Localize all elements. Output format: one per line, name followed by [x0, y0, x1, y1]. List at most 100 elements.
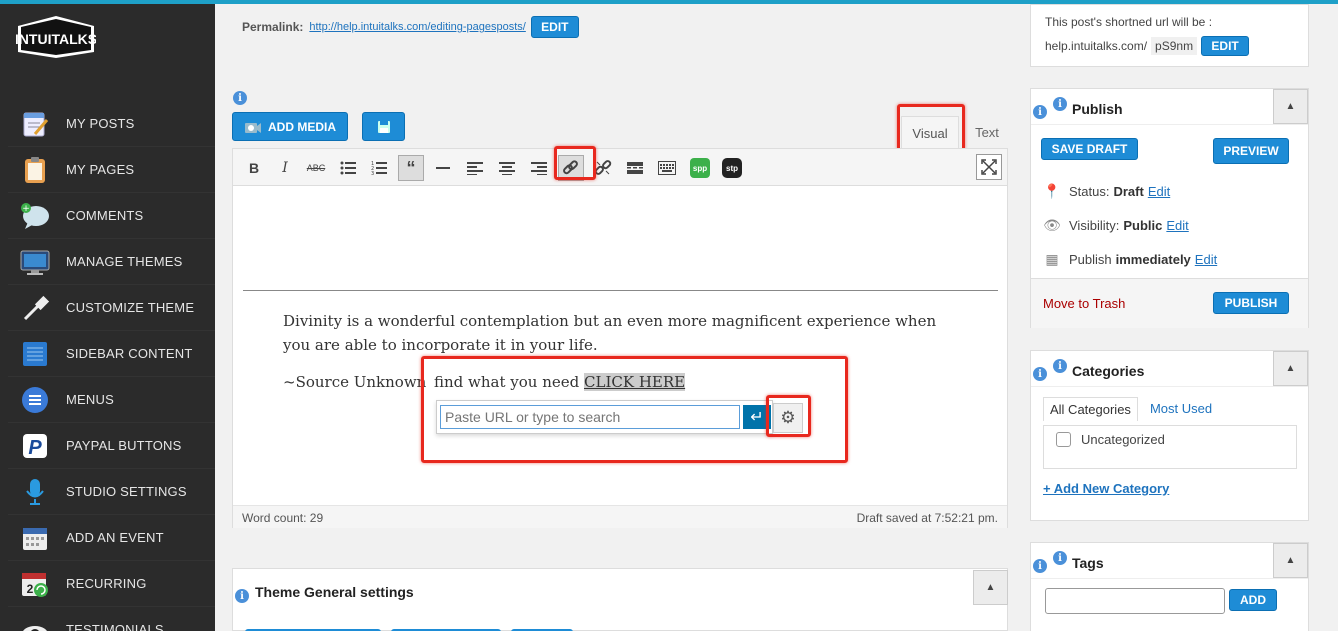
content-divider — [243, 290, 998, 291]
theme-general-settings: i Theme General settings ▲ — [232, 568, 1008, 631]
align-center-icon[interactable] — [494, 155, 520, 181]
editor-statusbar: Word count: 29 Draft saved at 7:52:21 pm… — [233, 505, 1007, 528]
horizontal-rule-icon[interactable] — [430, 155, 456, 181]
word-count: Word count: 29 — [242, 511, 324, 525]
sidebar-item-sidebar-content[interactable]: SIDEBAR CONTENT — [8, 331, 215, 377]
publish-footer: Move to Trash PUBLISH — [1031, 278, 1308, 328]
eye-icon — [20, 615, 50, 631]
editor-toolbar: B I ABC 123 “ spp stp — [233, 149, 1007, 186]
publish-visibility-row: 👁 Visibility: Public Edit — [1043, 217, 1189, 233]
tab-all-categories[interactable]: All Categories — [1043, 397, 1138, 421]
sidebar-item-customize-theme[interactable]: CUSTOMIZE THEME — [8, 285, 215, 331]
blockquote-icon[interactable]: “ — [398, 155, 424, 181]
sidebar-item-recurring[interactable]: 2 RECURRING — [8, 561, 215, 607]
info-icon[interactable]: i — [1033, 105, 1047, 119]
categories-list: Uncategorized — [1043, 425, 1297, 469]
add-tag-button[interactable]: ADD — [1229, 589, 1277, 611]
stp-icon[interactable]: stp — [719, 155, 745, 181]
category-item[interactable]: Uncategorized — [1056, 432, 1165, 447]
sidebar-item-testimonials[interactable]: TESTIMONIALS — [8, 607, 215, 631]
numbered-list-icon[interactable]: 123 — [366, 155, 392, 181]
info-icon[interactable]: i — [1053, 97, 1067, 111]
floppy-disk-icon — [377, 120, 391, 134]
info-icon[interactable]: i — [1053, 359, 1067, 373]
categories-header: i i Categories ▲ — [1031, 351, 1308, 387]
calendar-recurring-icon: 2 — [20, 569, 50, 599]
intuitalks-logo[interactable]: INTUITALKS — [15, 14, 97, 60]
theme-settings-title: Theme General settings — [255, 584, 414, 600]
add-media-button[interactable]: ADD MEDIA — [232, 112, 348, 141]
highlight-visual-tab — [897, 104, 965, 152]
sidebar-item-manage-themes[interactable]: MANAGE THEMES — [8, 239, 215, 285]
sidebar-item-menus[interactable]: MENUS — [8, 377, 215, 423]
info-icon[interactable]: i — [235, 589, 249, 603]
svg-text:+: + — [22, 204, 30, 214]
notepad-pencil-icon — [20, 109, 50, 139]
fullscreen-icon[interactable] — [976, 154, 1002, 180]
info-icon[interactable]: i — [1053, 551, 1067, 565]
align-right-icon[interactable] — [526, 155, 552, 181]
spp-icon[interactable]: spp — [687, 155, 713, 181]
bold-icon[interactable]: B — [241, 155, 267, 181]
tab-text[interactable]: Text — [967, 116, 1007, 149]
publish-button[interactable]: PUBLISH — [1213, 292, 1289, 314]
tags-header: i i Tags ▲ — [1031, 543, 1308, 579]
publish-schedule-row: ▦ Publish immediately Edit — [1043, 251, 1217, 268]
collapse-toggle-icon[interactable]: ▲ — [1273, 543, 1308, 578]
short-url-edit-button[interactable]: EDIT — [1201, 36, 1250, 56]
bullet-list-icon[interactable] — [335, 155, 361, 181]
publish-title: Publish — [1072, 101, 1123, 117]
draft-saved-status: Draft saved at 7:52:21 pm. — [856, 511, 998, 525]
svg-text:INTUITALKS: INTUITALKS — [16, 31, 96, 47]
collapse-toggle-icon[interactable]: ▲ — [973, 570, 1008, 605]
content-source: ~Source Unknown — [283, 373, 427, 391]
move-to-trash-link[interactable]: Move to Trash — [1043, 296, 1125, 311]
visibility-edit-link[interactable]: Edit — [1166, 218, 1188, 233]
toolbar-toggle-icon[interactable] — [654, 155, 680, 181]
eye-icon: 👁 — [1043, 217, 1061, 233]
highlight-link-button — [554, 146, 596, 180]
tab-most-used[interactable]: Most Used — [1144, 397, 1218, 421]
schedule-edit-link[interactable]: Edit — [1195, 252, 1217, 267]
sidebar-item-my-pages[interactable]: MY PAGES — [8, 147, 215, 193]
add-new-category-link[interactable]: + Add New Category — [1043, 481, 1169, 496]
grid-panel-icon — [20, 339, 50, 369]
sidebar-item-paypal-buttons[interactable]: P PAYPAL BUTTONS — [8, 423, 215, 469]
clipboard-icon — [20, 155, 50, 185]
sidebar-item-studio-settings[interactable]: STUDIO SETTINGS — [8, 469, 215, 515]
sidebar-item-my-posts[interactable]: MY POSTS — [8, 101, 215, 147]
permalink-url[interactable]: http://help.intuitalks.com/editing-pages… — [309, 21, 525, 33]
save-draft-button[interactable]: SAVE DRAFT — [1041, 138, 1138, 160]
tags-box: i i Tags ▲ ADD — [1030, 542, 1309, 631]
sidebar-item-add-an-event[interactable]: ADD AN EVENT — [8, 515, 215, 561]
italic-icon[interactable]: I — [272, 155, 298, 181]
save-disk-button[interactable] — [362, 112, 405, 141]
collapse-toggle-icon[interactable]: ▲ — [1273, 351, 1308, 386]
align-left-icon[interactable] — [462, 155, 488, 181]
svg-text:2: 2 — [27, 582, 34, 596]
info-icon[interactable]: i — [1033, 559, 1047, 573]
info-icon[interactable]: i — [1033, 367, 1047, 381]
permalink-label: Permalink: — [242, 20, 304, 34]
right-sidebar: This post's shortned url will be : help.… — [1030, 0, 1338, 631]
info-icon[interactable]: i — [233, 91, 247, 105]
sidebar-item-comments[interactable]: + COMMENTS — [8, 193, 215, 239]
svg-text:P: P — [28, 437, 42, 459]
read-more-icon[interactable] — [622, 155, 648, 181]
strikethrough-icon[interactable]: ABC — [303, 155, 329, 181]
svg-text:3: 3 — [371, 171, 374, 175]
short-url-box: This post's shortned url will be : help.… — [1030, 4, 1309, 67]
tag-input[interactable] — [1045, 588, 1225, 614]
categories-title: Categories — [1072, 363, 1145, 379]
status-edit-link[interactable]: Edit — [1148, 184, 1170, 199]
category-checkbox[interactable] — [1056, 432, 1071, 447]
preview-button[interactable]: PREVIEW — [1213, 138, 1289, 164]
short-url-code: pS9nm — [1151, 37, 1198, 55]
sidebar-nav: MY POSTS MY PAGES + COMMENTS MANAGE THEM… — [8, 101, 215, 631]
microphone-icon — [20, 477, 50, 507]
publish-header: i i Publish ▲ — [1031, 89, 1308, 125]
post-editor: B I ABC 123 “ spp stp Divinity is a wond… — [232, 148, 1008, 528]
permalink-edit-button[interactable]: EDIT — [530, 16, 579, 38]
publish-box: i i Publish ▲ SAVE DRAFT PREVIEW 📍 Statu… — [1030, 88, 1309, 328]
collapse-toggle-icon[interactable]: ▲ — [1273, 89, 1308, 124]
